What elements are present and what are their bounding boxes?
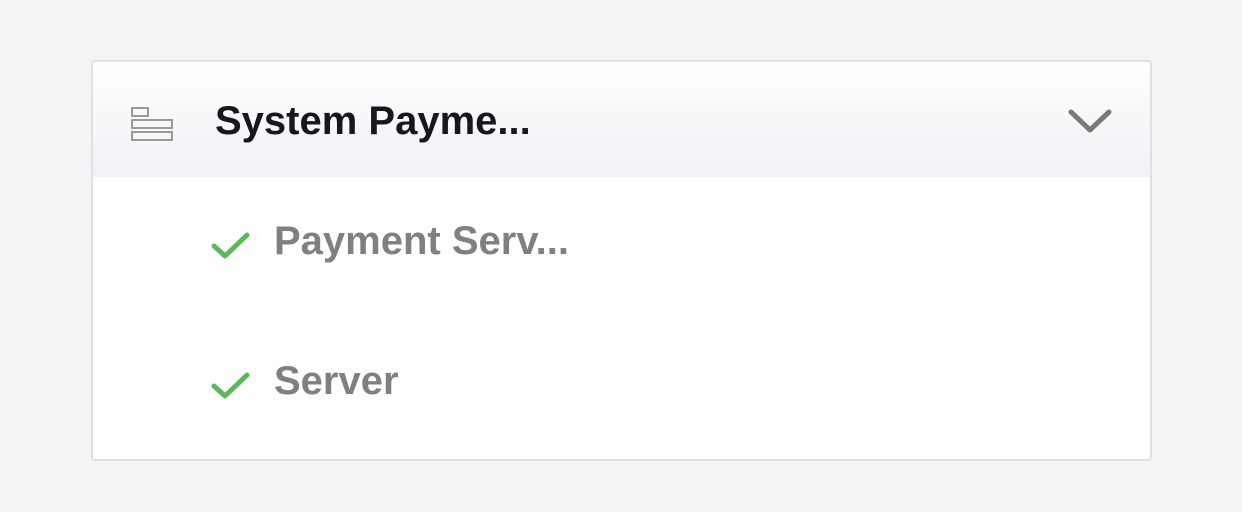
list-item-label: Payment Serv... (274, 219, 569, 263)
chevron-down-icon[interactable] (1067, 106, 1113, 136)
panel-title: System Payme... (215, 99, 531, 143)
list-item-payment-service[interactable]: Payment Serv... (93, 200, 1150, 280)
list-item-label: Server (274, 359, 399, 403)
panel-header[interactable]: System Payme... (93, 62, 1150, 177)
hierarchy-icon (131, 107, 173, 141)
checkmark-icon (211, 232, 250, 259)
list-item-server[interactable]: Server (93, 340, 1150, 420)
system-panel: System Payme... Payment Serv... Server (91, 60, 1152, 461)
checkmark-icon (211, 372, 250, 399)
